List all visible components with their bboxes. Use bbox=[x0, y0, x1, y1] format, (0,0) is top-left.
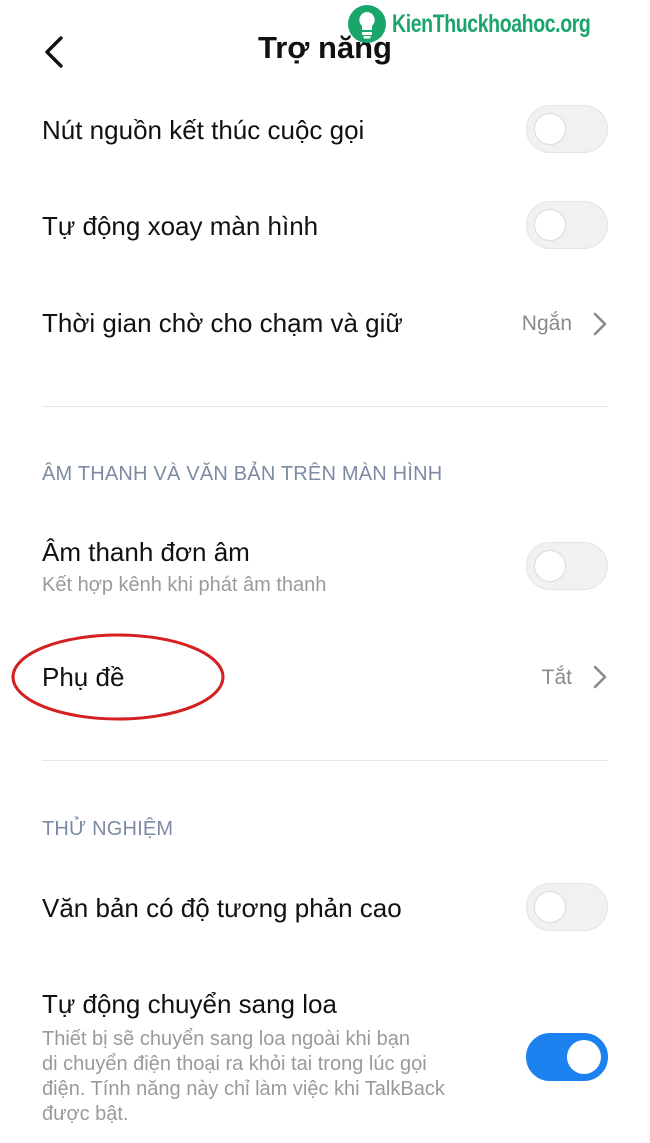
row-value: Ngắn bbox=[521, 312, 572, 335]
watermark: KienThuckhoahoc.org bbox=[346, 2, 646, 46]
lightbulb-logo-icon bbox=[347, 5, 386, 43]
row-auto-switch-speaker[interactable]: Tự động chuyển sang loa Thiết bị sẽ chuy… bbox=[0, 985, 650, 1143]
toggle-knob bbox=[567, 1040, 601, 1074]
auto-rotate-screen-toggle[interactable] bbox=[526, 201, 608, 249]
toggle-knob bbox=[534, 891, 566, 923]
row-title: Âm thanh đơn âm bbox=[42, 537, 250, 567]
row-title: Văn bản có độ tương phản cao bbox=[42, 893, 402, 923]
row-value: Tắt bbox=[541, 666, 572, 689]
divider bbox=[42, 406, 608, 407]
row-subtitle: Kết hợp kênh khi phát âm thanh bbox=[42, 574, 327, 596]
chevron-right-icon bbox=[593, 312, 607, 336]
section-header-audio-text: ÂM THANH VÀ VĂN BẢN TRÊN MÀN HÌNH bbox=[42, 463, 443, 485]
toggle-knob bbox=[534, 209, 566, 241]
row-subtitle-line: được bật. bbox=[42, 1103, 129, 1125]
row-subtitle-line: điện. Tính năng này chỉ làm việc khi Tal… bbox=[42, 1078, 445, 1100]
power-button-ends-call-toggle[interactable] bbox=[526, 105, 608, 153]
toggle-knob bbox=[534, 550, 566, 582]
highlight-ellipse bbox=[11, 633, 225, 721]
header: Trợ năng KienThuckhoahoc.org bbox=[0, 0, 650, 100]
row-subtitle-line: di chuyển điện thoại ra khỏi tai trong l… bbox=[42, 1053, 427, 1075]
row-power-button-ends-call[interactable]: Nút nguồn kết thúc cuộc gọi bbox=[0, 100, 650, 162]
row-touch-hold-delay[interactable]: Thời gian chờ cho chạm và giữ Ngắn bbox=[0, 292, 650, 354]
row-title: Thời gian chờ cho chạm và giữ bbox=[42, 308, 403, 338]
row-title: Nút nguồn kết thúc cuộc gọi bbox=[42, 115, 365, 145]
row-subtitle-line: Thiết bị sẽ chuyển sang loa ngoài khi bạ… bbox=[42, 1028, 411, 1050]
section-header-experimental: THỬ NGHIỆM bbox=[42, 818, 174, 840]
row-title: Tự động chuyển sang loa bbox=[42, 989, 337, 1019]
row-auto-rotate-screen[interactable]: Tự động xoay màn hình bbox=[0, 197, 650, 259]
mono-audio-toggle[interactable] bbox=[526, 542, 608, 590]
toggle-knob bbox=[534, 113, 566, 145]
auto-switch-speaker-toggle[interactable] bbox=[526, 1033, 608, 1081]
chevron-right-icon bbox=[593, 665, 607, 689]
divider bbox=[42, 760, 608, 761]
high-contrast-text-toggle[interactable] bbox=[526, 883, 608, 931]
row-mono-audio[interactable]: Âm thanh đơn âm Kết hợp kênh khi phát âm… bbox=[0, 530, 650, 606]
row-high-contrast-text[interactable]: Văn bản có độ tương phản cao bbox=[0, 878, 650, 940]
watermark-text: KienThuckhoahoc.org bbox=[391, 9, 591, 38]
row-title: Tự động xoay màn hình bbox=[42, 211, 319, 241]
